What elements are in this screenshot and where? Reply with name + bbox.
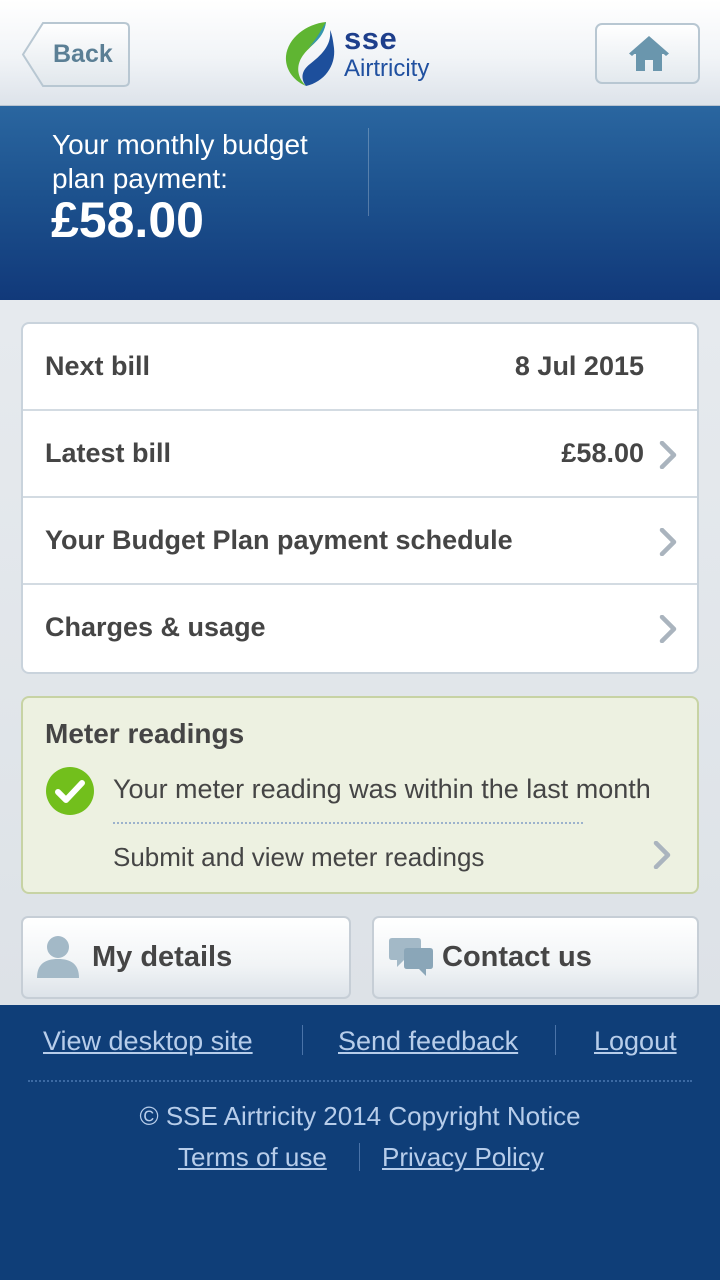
copyright-notice: © SSE Airtricity 2014 Copyright Notice bbox=[139, 1101, 581, 1131]
chevron-right-icon bbox=[659, 615, 677, 643]
chevron-right-icon bbox=[659, 528, 677, 556]
main-content: Next bill 8 Jul 2015 Latest bill £58.00 … bbox=[0, 300, 720, 1005]
contact-us-label: Contact us bbox=[442, 941, 592, 973]
check-circle-icon bbox=[46, 767, 94, 815]
back-button[interactable]: Back bbox=[21, 21, 131, 88]
chat-bubbles-icon bbox=[389, 938, 433, 976]
footer-dotted-divider bbox=[28, 1080, 692, 1082]
home-button[interactable] bbox=[595, 23, 700, 84]
my-details-button[interactable]: My details bbox=[21, 916, 351, 999]
budget-plan-amount: £58.00 bbox=[51, 192, 204, 248]
submit-meter-readings-link[interactable]: Submit and view meter readings bbox=[113, 842, 484, 873]
payment-schedule-label: Your Budget Plan payment schedule bbox=[45, 525, 513, 555]
next-bill-row: Next bill 8 Jul 2015 bbox=[23, 324, 697, 411]
my-details-label: My details bbox=[92, 941, 233, 973]
footer: View desktop site Send feedback Logout ©… bbox=[0, 1005, 720, 1280]
sse-swirl-icon bbox=[285, 22, 335, 86]
charges-usage-row[interactable]: Charges & usage bbox=[23, 585, 697, 672]
meter-divider bbox=[113, 822, 583, 824]
bill-card: Next bill 8 Jul 2015 Latest bill £58.00 … bbox=[21, 322, 699, 674]
logo-sse-text: sse bbox=[344, 21, 398, 56]
person-icon bbox=[37, 936, 79, 978]
footer-separator bbox=[302, 1025, 303, 1055]
latest-bill-value: £58.00 bbox=[561, 438, 644, 468]
next-bill-label: Next bill bbox=[45, 351, 151, 381]
chevron-right-icon bbox=[653, 841, 671, 869]
meter-readings-card: Meter readings Your meter reading was wi… bbox=[21, 696, 699, 894]
charges-usage-label: Charges & usage bbox=[45, 612, 266, 642]
meter-readings-title: Meter readings bbox=[45, 718, 245, 749]
back-button-label: Back bbox=[53, 40, 113, 68]
privacy-policy-link[interactable]: Privacy Policy bbox=[382, 1141, 544, 1173]
payment-schedule-row[interactable]: Your Budget Plan payment schedule bbox=[23, 498, 697, 585]
latest-bill-label: Latest bill bbox=[45, 438, 172, 468]
budget-plan-label: Your monthly budget plan payment: bbox=[52, 129, 308, 194]
next-bill-value: 8 Jul 2015 bbox=[514, 351, 644, 381]
app-header: Back sse Airtricity bbox=[0, 0, 720, 106]
send-feedback-link[interactable]: Send feedback bbox=[338, 1025, 518, 1057]
logo-airtricity-text: Airtricity bbox=[344, 55, 430, 82]
footer-separator bbox=[555, 1025, 556, 1055]
logout-link[interactable]: Logout bbox=[594, 1025, 677, 1057]
home-icon bbox=[629, 36, 669, 71]
meter-reading-status: Your meter reading was within the last m… bbox=[113, 774, 651, 804]
banner-divider bbox=[368, 128, 369, 216]
chevron-right-icon bbox=[659, 441, 677, 469]
view-desktop-site-link[interactable]: View desktop site bbox=[43, 1025, 253, 1057]
footer-separator bbox=[359, 1143, 360, 1171]
terms-of-use-link[interactable]: Terms of use bbox=[178, 1141, 327, 1173]
contact-us-button[interactable]: Contact us bbox=[372, 916, 699, 999]
sse-airtricity-logo: sse Airtricity bbox=[280, 18, 450, 88]
latest-bill-row[interactable]: Latest bill £58.00 bbox=[23, 411, 697, 498]
budget-plan-banner: Your monthly budget plan payment: £58.00 bbox=[0, 106, 720, 300]
